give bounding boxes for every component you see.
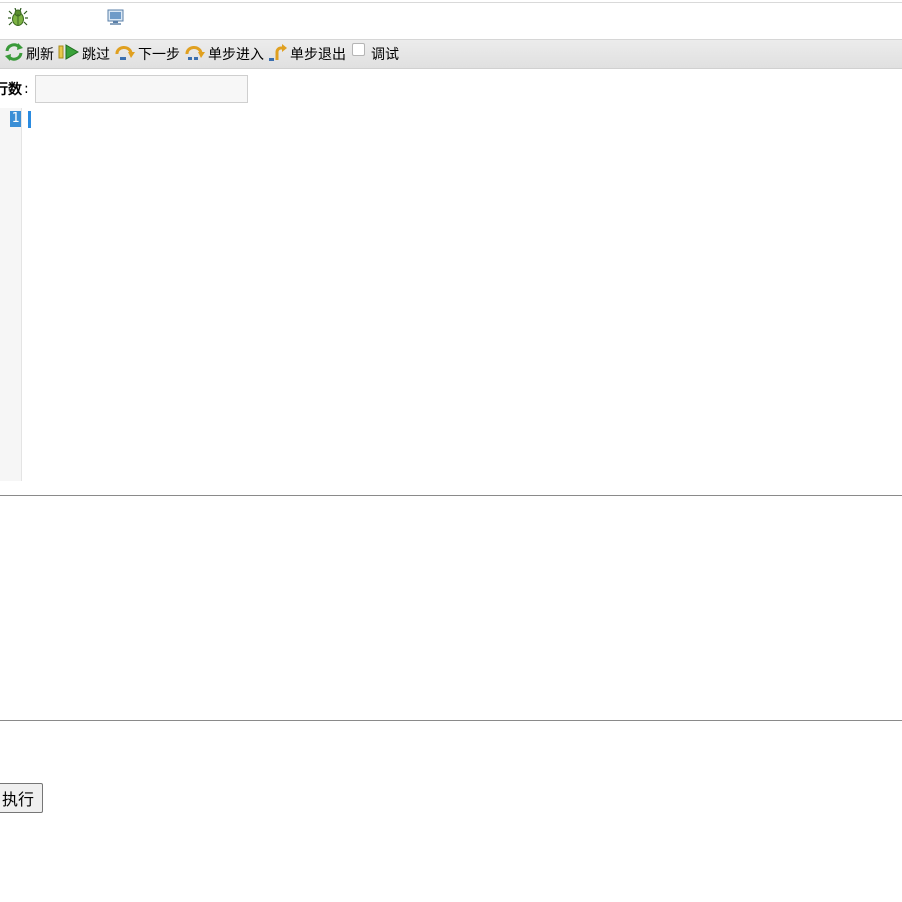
step-over-icon xyxy=(114,42,138,66)
output-area xyxy=(0,497,902,720)
code-editor[interactable]: 1 xyxy=(0,108,902,481)
step-into-label: 单步进入 xyxy=(208,47,264,63)
editor-divider xyxy=(0,495,902,496)
skip-button[interactable]: 跳过 xyxy=(58,42,110,66)
line-count-row: 行数 : xyxy=(0,75,248,103)
icon-strip xyxy=(0,3,902,39)
step-out-label: 单步退出 xyxy=(290,47,346,63)
step-into-button[interactable]: 单步进入 xyxy=(184,42,264,66)
output-divider xyxy=(0,720,902,721)
debug-checkbox[interactable] xyxy=(352,42,365,56)
debug-toggle[interactable]: 调试 xyxy=(352,42,399,66)
refresh-button[interactable]: 刷新 xyxy=(4,42,54,66)
debug-toolbar: 刷新 跳过 下一步 单步进入 单步退出 调试 xyxy=(0,39,902,69)
line-count-colon: : xyxy=(24,81,29,97)
line-gutter: 1 xyxy=(0,108,22,481)
refresh-icon xyxy=(4,42,26,66)
resume-icon xyxy=(58,43,82,65)
text-cursor xyxy=(28,111,31,128)
bug-icon[interactable] xyxy=(8,7,28,28)
next-step-label: 下一步 xyxy=(138,47,180,63)
debug-label: 调试 xyxy=(371,47,399,63)
run-button[interactable]: 执行 xyxy=(0,783,44,813)
line-number: 1 xyxy=(10,111,21,127)
skip-label: 跳过 xyxy=(82,47,110,63)
step-out-button[interactable]: 单步退出 xyxy=(268,42,346,66)
monitor-icon[interactable] xyxy=(107,9,124,26)
line-count-label: 行数 xyxy=(0,82,22,98)
step-into-icon xyxy=(184,42,208,66)
line-count-input[interactable] xyxy=(34,75,248,103)
step-over-button[interactable]: 下一步 xyxy=(114,42,180,66)
refresh-label: 刷新 xyxy=(26,47,54,63)
step-out-icon xyxy=(268,42,290,66)
